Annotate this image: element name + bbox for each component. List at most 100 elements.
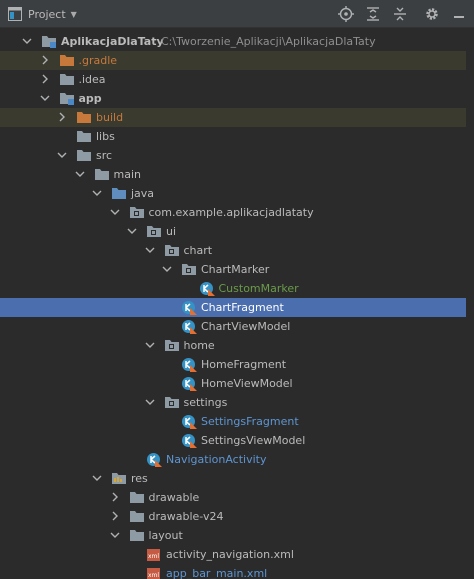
- tree-item-label: AplikacjaDlaTaty: [61, 35, 164, 48]
- tree-item-label: ui: [166, 225, 177, 238]
- tree-item-label: .idea: [78, 73, 106, 86]
- resources-folder-icon: [111, 471, 127, 486]
- locate-icon[interactable]: [338, 6, 354, 22]
- tree-item-navigationactivity[interactable]: NavigationActivity: [0, 450, 474, 469]
- module-folder-icon: [41, 34, 57, 49]
- tree-item-src[interactable]: src: [0, 146, 474, 165]
- tree-item-home[interactable]: home: [0, 336, 474, 355]
- tree-item-aplikacjadlataty[interactable]: AplikacjaDlaTaty C:\Tworzenie_Aplikacji\A…: [0, 32, 474, 51]
- tree-item-ui[interactable]: ui: [0, 222, 474, 241]
- tree-item-res[interactable]: res: [0, 469, 474, 488]
- folder-icon: [76, 148, 92, 163]
- tree-item-chartviewmodel[interactable]: ChartViewModel: [0, 317, 474, 336]
- tree-item-app-bar-main-xml[interactable]: xml app_bar_main.xml: [0, 564, 474, 579]
- tree-item-label: drawable-v24: [148, 510, 224, 523]
- chevron-down-icon[interactable]: [40, 93, 50, 103]
- module-folder-icon: [59, 91, 75, 106]
- kotlin-class-icon: [199, 281, 215, 296]
- tree-item-label: main: [113, 168, 141, 181]
- package-icon: [164, 338, 180, 353]
- tree-item-label: com.example.aplikacjadlataty: [148, 206, 314, 219]
- excluded-folder-icon: [76, 110, 92, 125]
- tree-item-label: app_bar_main.xml: [166, 567, 268, 579]
- folder-icon: [76, 129, 92, 144]
- tree-item-label: build: [96, 111, 124, 124]
- chevron-down-icon[interactable]: [57, 150, 67, 160]
- project-view-selector[interactable]: Project ▼: [8, 7, 77, 21]
- folder-icon: [129, 528, 145, 543]
- tree-item-label: home: [183, 339, 215, 352]
- xml-file-icon: xml: [146, 547, 162, 562]
- kotlin-class-icon: [181, 300, 197, 315]
- tree-item-label: HomeViewModel: [201, 377, 293, 390]
- chevron-down-icon[interactable]: [110, 530, 120, 540]
- tree-item-label: libs: [96, 130, 115, 143]
- package-icon: [181, 262, 197, 277]
- tree-item-main[interactable]: main: [0, 165, 474, 184]
- kotlin-class-icon: [181, 357, 197, 372]
- project-window-icon: [8, 7, 22, 21]
- excluded-folder-icon: [59, 53, 75, 68]
- tree-item-settings[interactable]: settings: [0, 393, 474, 412]
- tree-item-chart[interactable]: chart: [0, 241, 474, 260]
- chevron-down-icon[interactable]: [127, 226, 137, 236]
- chevron-down-icon[interactable]: [75, 169, 85, 179]
- tree-item-homeviewmodel[interactable]: HomeViewModel: [0, 374, 474, 393]
- tree-item-app[interactable]: app: [0, 89, 474, 108]
- collapse-all-icon[interactable]: [392, 6, 408, 22]
- expand-all-icon[interactable]: [365, 6, 381, 22]
- chevron-down-icon[interactable]: [145, 340, 155, 350]
- tree-item-com-example-aplikacjadlataty[interactable]: com.example.aplikacjadlataty: [0, 203, 474, 222]
- package-icon: [146, 224, 162, 239]
- settings-gear-icon[interactable]: [424, 6, 440, 22]
- svg-text:xml: xml: [148, 572, 159, 579]
- tree-item-settingsviewmodel[interactable]: SettingsViewModel: [0, 431, 474, 450]
- chevron-down-icon[interactable]: [92, 473, 102, 483]
- tree-item-idea[interactable]: .idea: [0, 70, 474, 89]
- tree-item-drawable-v24[interactable]: drawable-v24: [0, 507, 474, 526]
- project-tree[interactable]: AplikacjaDlaTaty C:\Tworzenie_Aplikacji\A…: [0, 28, 474, 579]
- package-icon: [164, 395, 180, 410]
- chevron-down-icon[interactable]: [145, 397, 155, 407]
- tree-item-drawable[interactable]: drawable: [0, 488, 474, 507]
- tree-item-custommarker[interactable]: CustomMarker: [0, 279, 474, 298]
- chevron-right-icon[interactable]: [110, 511, 120, 521]
- chevron-right-icon[interactable]: [110, 492, 120, 502]
- tree-item-chartmarker[interactable]: ChartMarker: [0, 260, 474, 279]
- tree-item-label: ChartMarker: [201, 263, 270, 276]
- tree-item-label: SettingsFragment: [201, 415, 299, 428]
- tree-item-java[interactable]: java: [0, 184, 474, 203]
- chevron-down-icon[interactable]: [110, 207, 120, 217]
- chevron-down-icon: ▼: [70, 9, 77, 19]
- chevron-right-icon[interactable]: [40, 74, 50, 84]
- tree-item-build[interactable]: build: [0, 108, 474, 127]
- tree-item-activity-navigation-xml[interactable]: xml activity_navigation.xml: [0, 545, 474, 564]
- tree-item-settingsfragment[interactable]: SettingsFragment: [0, 412, 474, 431]
- tree-item-label: src: [96, 149, 113, 162]
- chevron-down-icon[interactable]: [92, 188, 102, 198]
- tree-item-gradle[interactable]: .gradle: [0, 51, 474, 70]
- folder-icon: [59, 72, 75, 87]
- svg-text:xml: xml: [148, 553, 159, 560]
- chevron-down-icon[interactable]: [22, 36, 32, 46]
- tree-item-chartfragment[interactable]: ChartFragment: [0, 298, 474, 317]
- tree-item-label: java: [131, 187, 155, 200]
- chevron-right-icon[interactable]: [57, 112, 67, 122]
- tree-item-label: NavigationActivity: [166, 453, 267, 466]
- package-icon: [164, 243, 180, 258]
- project-toolbar: Project ▼: [0, 0, 474, 28]
- tree-item-libs[interactable]: libs: [0, 127, 474, 146]
- tree-item-label: ChartFragment: [201, 301, 284, 314]
- chevron-down-icon[interactable]: [145, 245, 155, 255]
- tree-item-label: ChartViewModel: [201, 320, 291, 333]
- tree-item-label: res: [131, 472, 148, 485]
- tree-item-homefragment[interactable]: HomeFragment: [0, 355, 474, 374]
- tree-item-label: activity_navigation.xml: [166, 548, 294, 561]
- tree-item-label: drawable: [148, 491, 200, 504]
- chevron-down-icon[interactable]: [162, 264, 172, 274]
- kotlin-class-icon: [181, 376, 197, 391]
- chevron-right-icon[interactable]: [40, 55, 50, 65]
- hide-icon[interactable]: [451, 6, 467, 22]
- scrollbar[interactable]: [466, 28, 474, 579]
- tree-item-layout[interactable]: layout: [0, 526, 474, 545]
